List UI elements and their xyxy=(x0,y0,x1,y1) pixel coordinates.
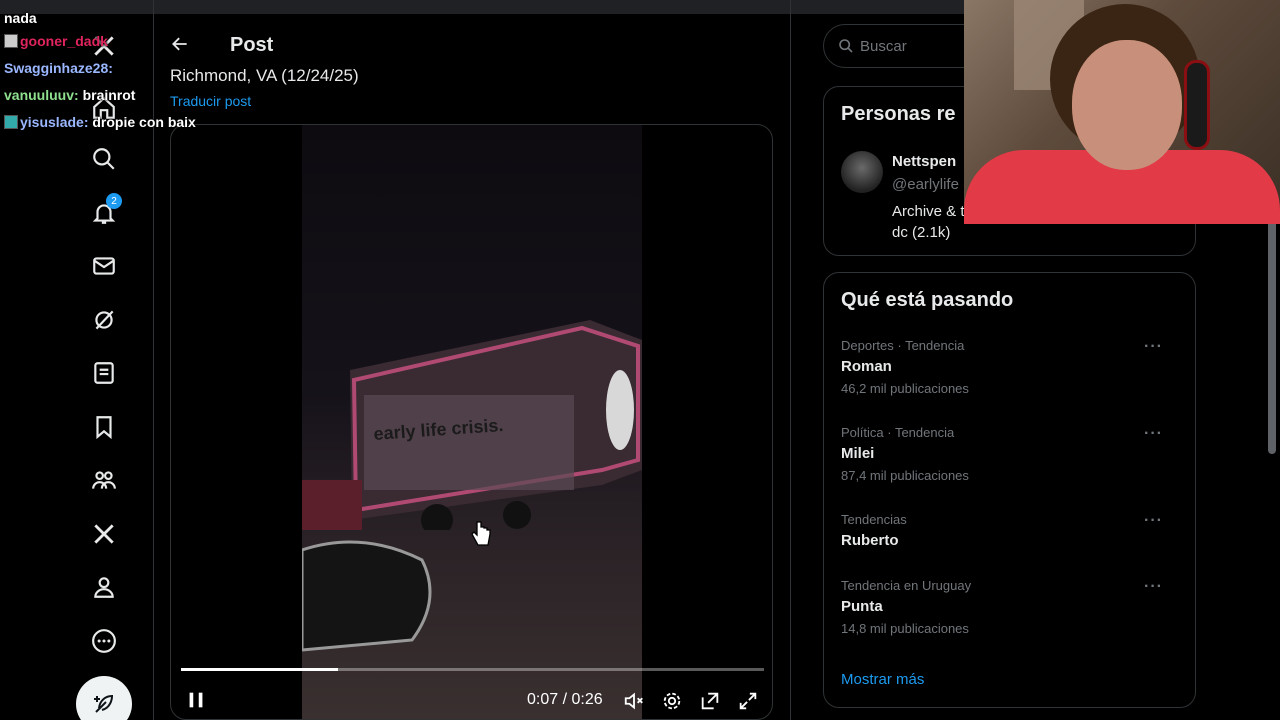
post-header: Post xyxy=(154,22,791,68)
nav-explore[interactable] xyxy=(84,139,124,179)
chat-message: nada xyxy=(4,8,196,28)
video-controls: 0:07 / 0:26 xyxy=(171,681,772,719)
pip-button[interactable] xyxy=(699,690,721,712)
nav-grok[interactable] xyxy=(84,300,124,340)
page-title: Post xyxy=(230,34,274,56)
bookmark-icon xyxy=(96,416,112,440)
trend-item[interactable]: Tendencia en Uruguay Punta 14,8 mil publ… xyxy=(841,578,1181,636)
search-placeholder: Buscar xyxy=(860,38,907,55)
chat-text: brainrot xyxy=(82,87,136,103)
notifications-badge: 2 xyxy=(106,193,122,209)
trend-category: Deportes · Tendencia xyxy=(841,338,965,353)
chat-message: gooner_dadk xyxy=(4,28,196,55)
truck-image: early life crisis. xyxy=(302,320,642,530)
feather-icon xyxy=(94,694,114,713)
webcam-overlay xyxy=(964,0,1280,224)
trend-more-icon[interactable]: ··· xyxy=(1144,425,1163,443)
trends-card: Qué está pasando Deportes · Tendencia Ro… xyxy=(823,272,1196,708)
chat-badge-icon xyxy=(4,115,18,129)
nav-notifications[interactable]: 2 xyxy=(84,193,124,233)
grok-icon xyxy=(95,310,114,330)
video-frame: early life crisis. xyxy=(302,125,642,719)
streamer-face xyxy=(1072,40,1182,170)
video-progress-bar[interactable] xyxy=(181,668,764,671)
volume-muted-icon xyxy=(624,692,643,710)
person-handle: @earlylife xyxy=(892,176,959,193)
trend-more-icon[interactable]: ··· xyxy=(1144,578,1163,596)
mail-icon xyxy=(93,257,115,275)
trend-count: 14,8 mil publicaciones xyxy=(841,621,969,636)
chat-badge-icon xyxy=(4,34,18,48)
x-premium-icon xyxy=(94,524,114,544)
show-more-link[interactable]: Mostrar más xyxy=(841,671,924,688)
chat-username: vanuuluuv: xyxy=(4,87,79,103)
hand-cursor-icon xyxy=(471,521,491,546)
profile-icon xyxy=(94,577,114,598)
nav-premium[interactable] xyxy=(84,514,124,554)
video-player[interactable]: early life crisis. 0:07 / 0:26 xyxy=(170,124,773,720)
pause-icon xyxy=(189,692,203,708)
stream-chat-overlay: nada gooner_dadk Swagginhaze28: vanuuluu… xyxy=(4,8,196,136)
nav-bookmarks[interactable] xyxy=(84,407,124,447)
settings-button[interactable] xyxy=(661,690,683,712)
pause-button[interactable] xyxy=(185,689,207,716)
trends-title: Qué está pasando xyxy=(841,289,1014,311)
nav-communities[interactable] xyxy=(84,460,124,500)
lists-icon xyxy=(94,362,114,384)
trend-item[interactable]: Política · Tendencia Milei 87,4 mil publ… xyxy=(841,425,1181,483)
post-column: Post Richmond, VA (12/24/25) Traducir po… xyxy=(154,0,791,720)
fullscreen-button[interactable] xyxy=(737,690,759,712)
trend-name: Ruberto xyxy=(841,532,899,549)
avatar[interactable] xyxy=(841,151,883,193)
chat-text: dropie con baix xyxy=(92,114,196,130)
compose-post-button[interactable] xyxy=(76,676,132,720)
nav-lists[interactable] xyxy=(84,353,124,393)
trend-name: Punta xyxy=(841,598,883,615)
trend-more-icon[interactable]: ··· xyxy=(1144,338,1163,356)
trend-name: Roman xyxy=(841,358,892,375)
headphones-icon xyxy=(1184,60,1210,150)
chat-message: Swagginhaze28: xyxy=(4,55,196,82)
trend-name: Milei xyxy=(841,445,875,462)
chat-username: yisuslade: xyxy=(20,114,89,130)
nav-messages[interactable] xyxy=(84,246,124,286)
trend-category: Política · Tendencia xyxy=(841,425,955,440)
chat-message: vanuuluuv: brainrot xyxy=(4,82,196,109)
search-icon xyxy=(93,148,115,170)
trend-more-icon[interactable]: ··· xyxy=(1144,512,1163,530)
person-name[interactable]: Nettspen xyxy=(892,153,956,170)
trend-count: 46,2 mil publicaciones xyxy=(841,381,969,396)
communities-icon xyxy=(92,471,116,489)
trend-category: Tendencias xyxy=(841,512,907,527)
fullscreen-icon xyxy=(739,692,757,710)
chat-message: yisuslade: dropie con baix xyxy=(4,109,196,136)
gear-icon xyxy=(663,692,681,710)
trend-category: Tendencia en Uruguay xyxy=(841,578,972,593)
car-mirror-image xyxy=(302,540,432,652)
chat-username: Swagginhaze28: xyxy=(4,60,113,76)
chat-username: gooner_dadk xyxy=(20,33,108,49)
who-to-follow-title: Personas re xyxy=(841,103,956,125)
trend-count: 87,4 mil publicaciones xyxy=(841,468,969,483)
more-icon xyxy=(92,629,116,653)
search-icon xyxy=(839,39,853,53)
nav-more[interactable] xyxy=(84,621,124,661)
trend-item[interactable]: Tendencias Ruberto ··· xyxy=(841,512,1181,549)
nav-profile[interactable] xyxy=(84,567,124,607)
picture-in-picture-icon xyxy=(701,692,719,710)
mute-button[interactable] xyxy=(623,690,645,712)
video-progress-fill xyxy=(181,668,339,671)
trend-item[interactable]: Deportes · Tendencia Roman 46,2 mil publ… xyxy=(841,338,1181,396)
video-time: 0:07 / 0:26 xyxy=(527,691,603,708)
chat-text: nada xyxy=(4,10,37,26)
post-text: Richmond, VA (12/24/25) xyxy=(170,66,359,85)
